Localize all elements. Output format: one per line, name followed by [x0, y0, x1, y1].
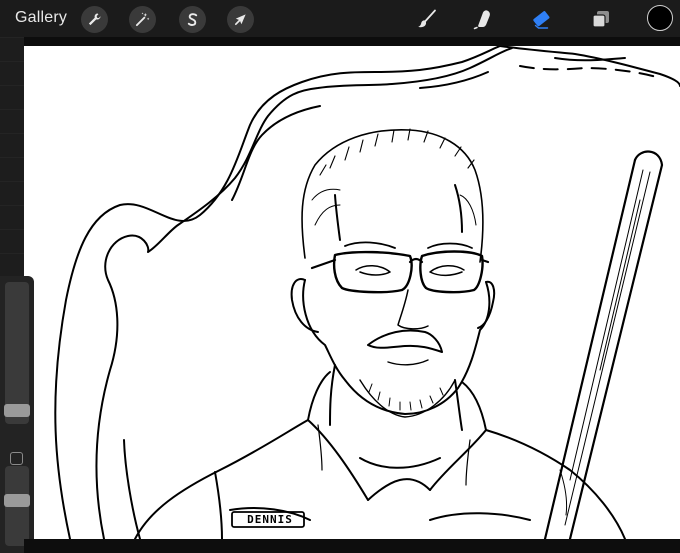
- gallery-button[interactable]: Gallery: [15, 9, 67, 27]
- smudge-icon: [473, 10, 490, 30]
- name-tag-text: DENNIS: [247, 513, 293, 526]
- brush-size-slider[interactable]: [4, 282, 30, 424]
- paint-button[interactable]: [414, 6, 440, 32]
- transform-button[interactable]: [227, 6, 254, 33]
- line-art-drawing: [54, 46, 680, 539]
- hair-outline: [301, 129, 484, 263]
- wrench-icon: [88, 13, 101, 26]
- modify-button[interactable]: [10, 452, 23, 465]
- actions-button[interactable]: [81, 6, 108, 33]
- opacity-slider[interactable]: [4, 466, 30, 546]
- smoke-outline: [54, 46, 501, 539]
- layers-button[interactable]: [588, 6, 614, 32]
- eraser-icon: [533, 11, 550, 29]
- brush-size-thumb[interactable]: [4, 404, 30, 417]
- adjustments-button[interactable]: [129, 6, 156, 33]
- selection-s-icon: [187, 13, 198, 26]
- magic-wand-icon: [135, 12, 150, 27]
- color-picker-button[interactable]: [647, 5, 673, 31]
- smudge-button[interactable]: [470, 6, 496, 32]
- bottom-edge: [24, 539, 680, 553]
- glasses: [332, 250, 413, 294]
- drawing-canvas[interactable]: DENNIS: [24, 46, 680, 539]
- staff: [568, 150, 664, 539]
- opacity-thumb[interactable]: [4, 494, 30, 507]
- top-toolbar: Gallery: [0, 0, 680, 37]
- collar-left: [307, 371, 369, 501]
- selection-button[interactable]: [179, 6, 206, 33]
- brush-sidebar: [0, 276, 34, 553]
- brush-icon: [418, 9, 436, 28]
- arrow-cursor-icon: [234, 14, 246, 26]
- layers-icon: [592, 11, 609, 28]
- eraser-button[interactable]: [528, 6, 554, 32]
